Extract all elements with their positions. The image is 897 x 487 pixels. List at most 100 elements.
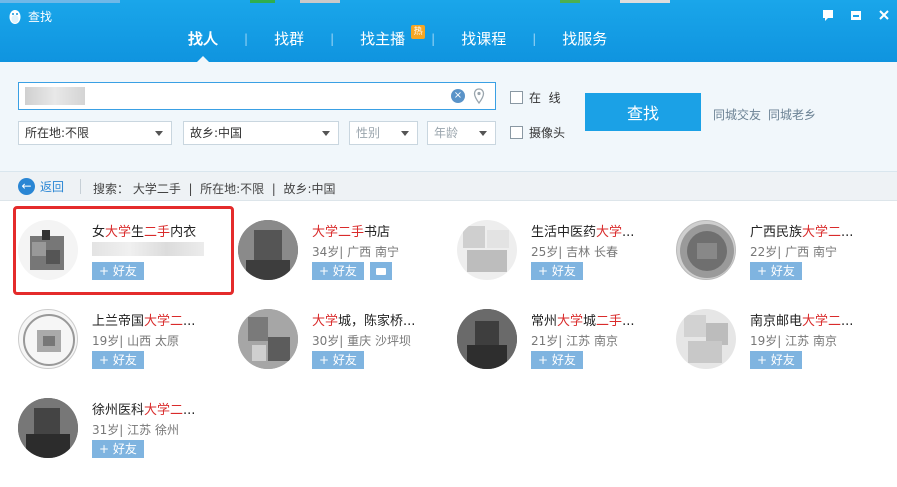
avatar[interactable] [18,309,78,369]
name-part: 生活中医药 [531,225,597,240]
minimize-icon[interactable] [849,8,863,22]
online-label: 在 线 [529,91,561,105]
name-highlight: 大学二 [802,314,842,329]
message-icon[interactable] [369,262,392,280]
name-highlight: 大学 [105,225,132,240]
avatar[interactable] [457,309,517,369]
result-name[interactable]: 南京邮电大学二... [750,310,853,329]
tab-separator: | [532,32,537,46]
result-meta: 19岁| 山西 太原 [92,334,179,348]
result-name[interactable]: 上兰帝国大学二... [92,310,195,329]
clear-input-icon[interactable]: × [451,89,465,103]
result-card[interactable]: 大学城，陈家桥... 30岁| 重庆 沙坪坝 + 好友 [238,309,448,389]
chevron-down-icon [155,131,163,136]
camera-checkbox[interactable]: 摄像头 [510,124,565,141]
result-name[interactable]: 生活中医药大学... [531,221,634,240]
online-checkbox[interactable]: 在 线 [510,89,561,106]
result-name[interactable]: 广西民族大学二... [750,221,853,240]
result-actions: + 好友 [750,262,802,280]
city-friends-link[interactable]: 同城交友 [713,106,761,123]
avatar[interactable] [238,220,298,280]
age-select-value: 年龄 [434,126,459,140]
tab-find-course[interactable]: 找课程 [453,28,514,50]
name-part: 徐州医科 [92,403,145,418]
result-card[interactable]: 上兰帝国大学二... 19岁| 山西 太原 + 好友 [18,309,228,389]
blurred-query-text [25,87,85,105]
window-title: 查找 [28,10,53,24]
tab-separator: | [330,32,335,46]
add-friend-button[interactable]: + 好友 [531,351,583,369]
add-friend-button[interactable]: + 好友 [312,351,364,369]
add-friend-button[interactable]: + 好友 [92,351,144,369]
window-title-area: 查找 [8,8,52,25]
location-pin-icon[interactable] [473,88,485,104]
result-meta: 30岁| 重庆 沙坪坝 [312,334,411,348]
add-friend-button[interactable]: + 好友 [92,440,144,458]
result-card[interactable]: 广西民族大学二... 22岁| 广西 南宁 + 好友 [676,220,886,300]
result-card[interactable]: 常州大学城二手... 21岁| 江苏 南京 + 好友 [457,309,667,389]
avatar[interactable] [238,309,298,369]
result-card[interactable]: 女大学生二手内衣 + 好友 [18,220,228,300]
name-highlight: 大学 [557,314,584,329]
checkbox-box[interactable] [510,91,523,104]
result-meta: 25岁| 吉林 长春 [531,245,618,259]
add-friend-button[interactable]: + 好友 [92,262,144,280]
window-controls [821,8,891,22]
blurred-meta [92,242,204,256]
tab-find-people[interactable]: 找人 [180,28,226,62]
name-part: 女 [92,225,106,240]
feedback-icon[interactable] [821,8,835,22]
avatar[interactable] [18,220,78,280]
avatar[interactable] [676,309,736,369]
city-hometown-link[interactable]: 同城老乡 [768,106,816,123]
chevron-down-icon [479,131,487,136]
top-strip [0,0,897,4]
search-type-tabs: 找人 | 找群 | 找主播 热 | 找课程 | 找服务 [180,25,615,62]
result-card[interactable]: 南京邮电大学二... 19岁| 江苏 南京 + 好友 [676,309,886,389]
avatar[interactable] [676,220,736,280]
tab-label: 找主播 [360,30,406,48]
name-part: 广西民族 [750,225,803,240]
add-friend-button[interactable]: + 好友 [531,262,583,280]
name-part: 南京邮电 [750,314,803,329]
result-meta: 34岁| 广西 南宁 [312,245,399,259]
result-card[interactable]: 生活中医药大学... 25岁| 吉林 长春 + 好友 [457,220,667,300]
name-part: 常州 [531,314,558,329]
tab-find-streamer[interactable]: 找主播 热 [352,25,426,50]
age-select[interactable]: 年龄 [427,121,496,145]
add-friend-button[interactable]: + 好友 [312,262,364,280]
hometown-select[interactable]: 故乡:中国 [183,121,339,145]
hot-badge: 热 [411,25,426,39]
result-name[interactable]: 徐州医科大学二... [92,399,195,418]
search-criteria-text: 搜索： 大学二手 | 所在地:不限 | 故乡:中国 [93,182,336,196]
tab-find-service[interactable]: 找服务 [554,28,615,50]
name-part: 书店 [364,225,391,240]
add-friend-button[interactable]: + 好友 [750,351,802,369]
name-part: 生 [131,225,145,240]
result-card[interactable]: 大学二手书店 34岁| 广西 南宁 + 好友 [238,220,448,300]
result-name[interactable]: 大学城，陈家桥... [312,310,415,329]
window-header: 查找 找人 | 找群 | 找主播 热 | 找课程 | 找服务 [0,0,897,62]
location-select[interactable]: 所在地:不限 [18,121,172,145]
result-card[interactable]: 徐州医科大学二... 31岁| 江苏 徐州 + 好友 [18,398,228,478]
result-name[interactable]: 女大学生二手内衣 [92,221,196,240]
result-meta: 21岁| 江苏 南京 [531,334,618,348]
close-icon[interactable] [877,8,891,22]
name-part: ... [841,225,854,240]
back-button[interactable]: ← 返回 [18,178,64,195]
name-part: ... [841,314,854,329]
gender-select[interactable]: 性别 [349,121,418,145]
result-actions: + 好友 [92,351,144,369]
result-name[interactable]: 大学二手书店 [312,221,390,240]
result-actions: + 好友 [750,351,802,369]
result-name[interactable]: 常州大学城二手... [531,310,634,329]
camera-label: 摄像头 [529,126,566,140]
add-friend-button[interactable]: + 好友 [750,262,802,280]
avatar[interactable] [18,398,78,458]
checkbox-box[interactable] [510,126,523,139]
tab-find-group[interactable]: 找群 [266,28,312,50]
search-button[interactable]: 查找 [585,93,701,131]
avatar[interactable] [457,220,517,280]
result-meta: 31岁| 江苏 徐州 [92,423,179,437]
gender-select-value: 性别 [356,126,381,140]
